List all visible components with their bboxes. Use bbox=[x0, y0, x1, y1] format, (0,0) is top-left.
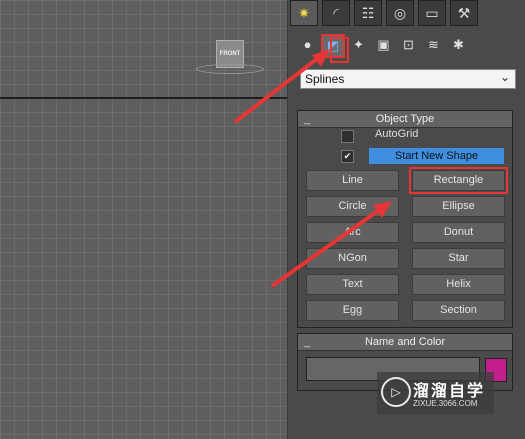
arc-button[interactable]: Arc bbox=[306, 222, 399, 243]
motion-icon[interactable]: ◎ bbox=[386, 0, 414, 26]
helix-button[interactable]: Helix bbox=[412, 274, 505, 295]
ellipse-button[interactable]: Ellipse bbox=[412, 196, 505, 217]
object-type-rollout: _ Object Type bbox=[297, 110, 513, 328]
star-button[interactable]: Star bbox=[412, 248, 505, 269]
donut-button[interactable]: Donut bbox=[412, 222, 505, 243]
egg-button[interactable]: Egg bbox=[306, 300, 399, 321]
helpers-icon[interactable]: ⊡ bbox=[397, 34, 420, 56]
geometry-sphere-icon[interactable]: ● bbox=[296, 34, 319, 56]
start-new-shape-button[interactable]: Start New Shape bbox=[369, 148, 504, 164]
hierarchy-icon[interactable]: ☷ bbox=[354, 0, 382, 26]
lights-icon[interactable]: ✦ bbox=[347, 34, 370, 56]
collapse-icon: _ bbox=[304, 113, 311, 125]
text-button[interactable]: Text bbox=[306, 274, 399, 295]
rectangle-button[interactable]: Rectangle bbox=[409, 167, 508, 194]
dropdown-value: Splines bbox=[305, 72, 345, 86]
line-button[interactable]: Line bbox=[306, 170, 399, 191]
create-subcategories: ● ◩ ✦ ▣ ⊡ ≋ ✱ bbox=[296, 34, 470, 58]
autogrid-label: AutoGrid bbox=[375, 128, 419, 140]
create-sun-icon[interactable]: ✷ bbox=[290, 0, 318, 26]
watermark-url: ZIXUE.3066.COM bbox=[413, 399, 478, 408]
ngon-button[interactable]: NGon bbox=[306, 248, 399, 269]
start-new-shape-checkbox[interactable]: ✔ bbox=[341, 150, 354, 163]
name-and-color-header[interactable]: _ Name and Color bbox=[298, 334, 512, 351]
circle-button[interactable]: Circle bbox=[306, 196, 399, 217]
systems-icon[interactable]: ✱ bbox=[447, 34, 470, 56]
section-button[interactable]: Section bbox=[412, 300, 505, 321]
utilities-hammer-icon[interactable]: ⚒ bbox=[450, 0, 478, 26]
cameras-icon[interactable]: ▣ bbox=[372, 34, 395, 56]
shape-category-dropdown[interactable]: Splines ⌄ bbox=[300, 69, 516, 89]
watermark-logo: ▷ bbox=[381, 377, 411, 407]
collapse-icon: _ bbox=[304, 336, 311, 348]
autogrid-checkbox[interactable] bbox=[341, 130, 354, 143]
modify-curve-icon[interactable]: ◜ bbox=[322, 0, 350, 26]
object-type-title: Object Type bbox=[375, 113, 435, 125]
object-type-header[interactable]: _ Object Type bbox=[298, 111, 512, 128]
viewport-axis-line bbox=[0, 97, 287, 99]
shapes-icon[interactable]: ◩ bbox=[321, 34, 345, 58]
display-monitor-icon[interactable]: ▭ bbox=[418, 0, 446, 26]
spacewarps-icon[interactable]: ≋ bbox=[422, 34, 445, 56]
watermark: ▷ 溜溜自学 ZIXUE.3066.COM bbox=[377, 372, 494, 414]
watermark-title: 溜溜自学 bbox=[413, 383, 486, 400]
chevron-down-icon: ⌄ bbox=[499, 70, 510, 84]
command-panel-tabs: ✷ ◜ ☷ ◎ ▭ ⚒ bbox=[290, 0, 482, 26]
front-viewport[interactable]: FRONT bbox=[0, 0, 288, 439]
name-and-color-title: Name and Color bbox=[364, 336, 446, 348]
viewcube-ring[interactable] bbox=[196, 64, 264, 74]
